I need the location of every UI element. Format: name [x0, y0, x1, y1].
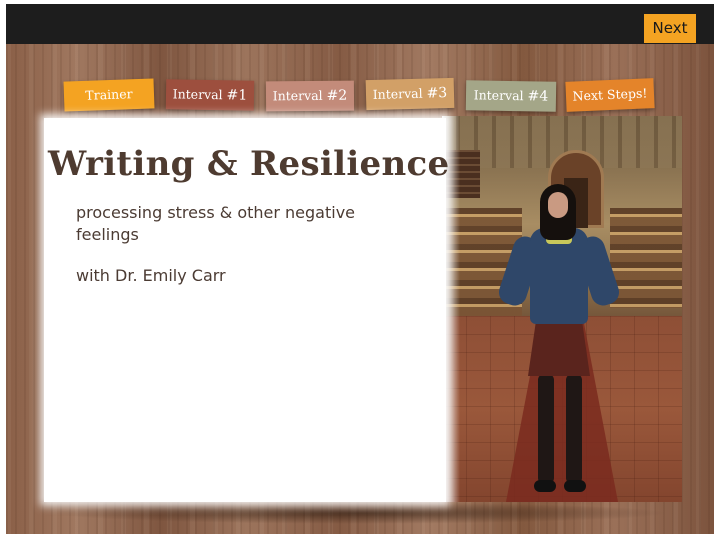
tab-number: #3 [426, 85, 448, 102]
tab-label: Interval [172, 86, 227, 103]
tab-label: Next Steps! [572, 85, 648, 104]
tab-next-steps[interactable]: Next Steps! [565, 78, 655, 112]
library-photo [442, 116, 682, 502]
tab-number: #2 [326, 87, 348, 104]
tab-interval-1[interactable]: Interval #1 [165, 79, 255, 111]
person-leg-left [538, 374, 554, 484]
tab-label: Trainer [85, 86, 133, 103]
top-bar: Next [6, 4, 714, 44]
person-leg-right [566, 374, 582, 484]
page-subtitle: processing stress & other negative feeli… [76, 203, 355, 244]
page-title: Writing & Resilience [48, 144, 450, 184]
person-shoe-right [564, 480, 586, 492]
tab-trainer[interactable]: Trainer [63, 78, 155, 112]
intro-card: Writing & Resilience processing stress &… [44, 118, 450, 502]
tab-interval-2[interactable]: Interval #2 [265, 80, 355, 112]
tab-number: #4 [527, 88, 549, 105]
tab-interval-3[interactable]: Interval #3 [365, 77, 455, 111]
tab-label: Interval [272, 87, 327, 104]
person-shoe-left [534, 480, 556, 492]
page-byline: with Dr. Emily Carr [76, 266, 226, 285]
person-face [548, 192, 568, 218]
tab-interval-4[interactable]: Interval #4 [465, 80, 557, 112]
card-shadow [50, 502, 670, 524]
next-button[interactable]: Next [644, 14, 696, 43]
tab-label: Interval [473, 87, 528, 104]
tab-label: Interval [372, 85, 427, 102]
tab-number: #1 [226, 87, 248, 104]
person-skirt [528, 316, 590, 376]
photo-person [442, 116, 682, 502]
